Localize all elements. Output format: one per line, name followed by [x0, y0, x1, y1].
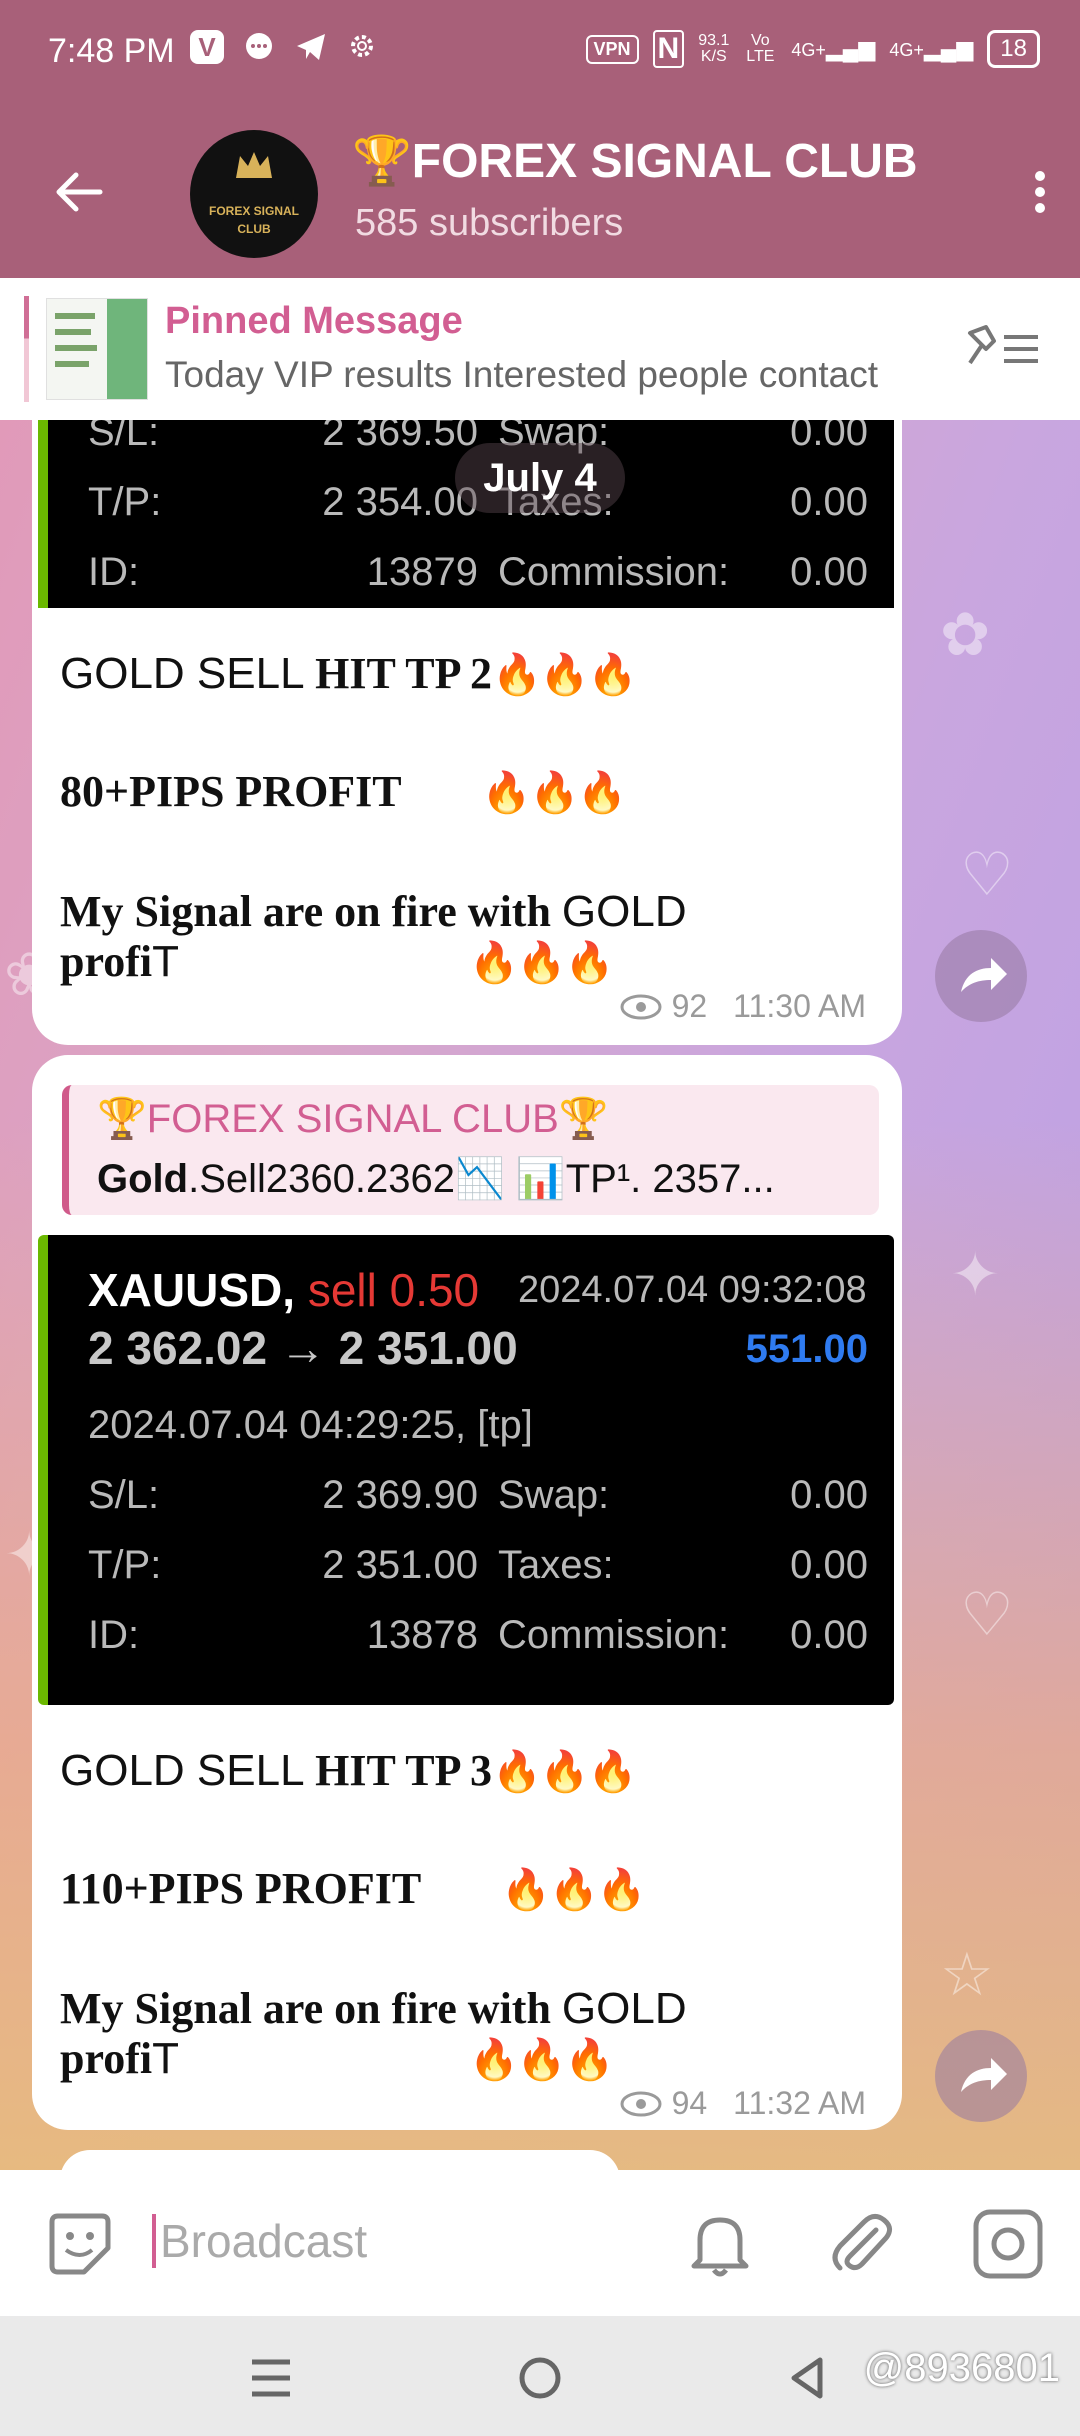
broadcast-input[interactable]: Broadcast	[152, 2214, 367, 2268]
battery-indicator: 18	[987, 30, 1040, 68]
doodle-icon: ✦	[950, 1241, 1001, 1308]
fire-emoji: 🔥🔥🔥	[468, 2038, 614, 2082]
back-arrow-icon[interactable]	[52, 165, 106, 219]
v-app-icon: V	[190, 30, 224, 64]
network-speed: 93.1 K/S	[698, 32, 730, 65]
message-bubble[interactable]: S/L: 2 369.50 Swap: 0.00 T/P: 2 354.00 T…	[32, 420, 902, 1045]
share-arrow-icon	[961, 2058, 1007, 2092]
pinned-message-bar[interactable]: Pinned Message Today VIP results Interes…	[0, 278, 1080, 421]
view-count: 92	[671, 988, 708, 1024]
attachment-icon[interactable]	[826, 2208, 898, 2280]
quote-text: Gold.Sell2360.2362📉 📊TP¹. 2357...	[97, 1157, 775, 1201]
volte-label: Vo LTE	[746, 32, 775, 65]
doodle-icon: ♡	[960, 841, 1014, 908]
back-nav-icon[interactable]	[786, 2354, 826, 2402]
share-arrow-icon	[961, 958, 1007, 992]
sticker-icon[interactable]	[44, 2208, 116, 2280]
status-bar: 7:48 PM V VPN N 93.1 K/S Vo LTE 4G+▂▄▆ 4G…	[0, 0, 1080, 110]
views-eye-icon	[620, 2091, 662, 2116]
pinned-thumbnail	[46, 298, 148, 400]
message-line: profiT 🔥🔥🔥	[60, 2034, 614, 2083]
trade-screenshot[interactable]: XAUUSD, sell 0.50 2024.07.04 09:32:08 2 …	[38, 1235, 894, 1705]
lion-logo-icon	[236, 152, 272, 178]
doodle-icon: ✿	[940, 601, 991, 668]
views-eye-icon	[620, 994, 662, 1019]
fire-emoji: 🔥🔥🔥	[468, 941, 614, 985]
symbol: XAUUSD, sell 0.50	[88, 1264, 480, 1316]
recent-apps-icon[interactable]	[248, 2356, 294, 2400]
fire-emoji: 🔥🔥🔥	[481, 770, 627, 815]
forward-button[interactable]	[935, 2030, 1027, 2122]
message-line: My Signal are on fire with GOLD	[60, 1984, 687, 2033]
channel-header: FOREX SIGNAL CLUB 🏆FOREX SIGNAL CLUB 585…	[0, 110, 1080, 278]
pinned-indicator	[24, 296, 29, 402]
home-icon[interactable]	[516, 2354, 564, 2402]
pinned-text: Today VIP results Interested people cont…	[165, 354, 879, 395]
pinned-list-icon[interactable]	[964, 323, 1042, 373]
message-composer: Broadcast	[0, 2170, 1080, 2316]
camera-icon[interactable]	[970, 2206, 1046, 2282]
doodle-icon: ☆	[940, 1941, 994, 2008]
close-time: 2024.07.04 09:32:08	[518, 1269, 867, 1311]
message-time: 11:32 AM	[733, 2085, 866, 2121]
fire-emoji: 🔥🔥🔥	[492, 653, 637, 697]
vpn-icon: VPN	[585, 34, 639, 64]
reply-quote[interactable]: 🏆FOREX SIGNAL CLUB🏆 Gold.Sell2360.2362📉 …	[62, 1085, 879, 1215]
telegram-icon	[294, 30, 328, 72]
channel-avatar[interactable]: FOREX SIGNAL CLUB	[190, 130, 318, 258]
gear-icon	[346, 30, 378, 72]
signal-icon-2: 4G+▂▄▆	[889, 36, 974, 61]
message-line: GOLD SELL HIT TP 2🔥🔥🔥	[60, 649, 637, 698]
status-time: 7:48 PM	[48, 32, 175, 70]
message-bubble[interactable]	[60, 2150, 620, 2170]
trade-screenshot[interactable]: S/L: 2 369.50 Swap: 0.00 T/P: 2 354.00 T…	[38, 420, 894, 608]
system-nav-bar: @8936801	[0, 2316, 1080, 2436]
signal-icon-1: 4G+▂▄▆	[791, 36, 876, 61]
subscriber-count: 585 subscribers	[355, 202, 624, 244]
quote-title: 🏆FOREX SIGNAL CLUB🏆	[97, 1097, 609, 1141]
watermark: @8936801	[863, 2346, 1060, 2390]
price-range: 2 362.02 → 2 351.00	[88, 1322, 518, 1374]
open-time: 2024.07.04 04:29:25, [tp]	[88, 1403, 533, 1447]
notification-icons: V	[190, 30, 378, 72]
message-line: 80+PIPS PROFIT 🔥🔥🔥	[60, 767, 627, 816]
chat-bubble-icon	[242, 30, 276, 72]
message-bubble[interactable]: 🏆FOREX SIGNAL CLUB🏆 Gold.Sell2360.2362📉 …	[32, 1055, 902, 2130]
message-meta: 92 11:30 AM	[620, 988, 866, 1025]
pinned-title: Pinned Message	[165, 300, 463, 342]
date-separator: July 4	[455, 443, 625, 513]
trade-profit: 551.00	[745, 1327, 868, 1371]
view-count: 94	[671, 2085, 708, 2121]
message-time: 11:30 AM	[733, 988, 866, 1024]
nfc-icon: N	[652, 30, 685, 68]
message-line: My Signal are on fire with GOLD	[60, 887, 687, 936]
message-line: GOLD SELL HIT TP 3🔥🔥🔥	[60, 1746, 637, 1795]
bell-icon[interactable]	[686, 2208, 754, 2280]
fire-emoji: 🔥🔥🔥	[492, 1750, 637, 1794]
status-right: VPN N 93.1 K/S Vo LTE 4G+▂▄▆ 4G+▂▄▆ 18	[585, 30, 1040, 68]
fire-emoji: 🔥🔥🔥	[501, 1867, 646, 1912]
message-line: 110+PIPS PROFIT 🔥🔥🔥	[60, 1864, 647, 1913]
doodle-icon: ♡	[960, 1581, 1014, 1648]
forward-button[interactable]	[935, 930, 1027, 1022]
message-meta: 94 11:32 AM	[620, 2085, 866, 2122]
chat-area[interactable]: ✿ ♡ ✦ ♡ ☆ ❀ ✦ S/L: 2 369.50 Swap: 0.00 T…	[0, 420, 1080, 2170]
channel-title[interactable]: 🏆FOREX SIGNAL CLUB	[352, 132, 932, 189]
more-options-icon[interactable]	[1030, 165, 1050, 225]
message-line: profiT 🔥🔥🔥	[60, 937, 614, 986]
